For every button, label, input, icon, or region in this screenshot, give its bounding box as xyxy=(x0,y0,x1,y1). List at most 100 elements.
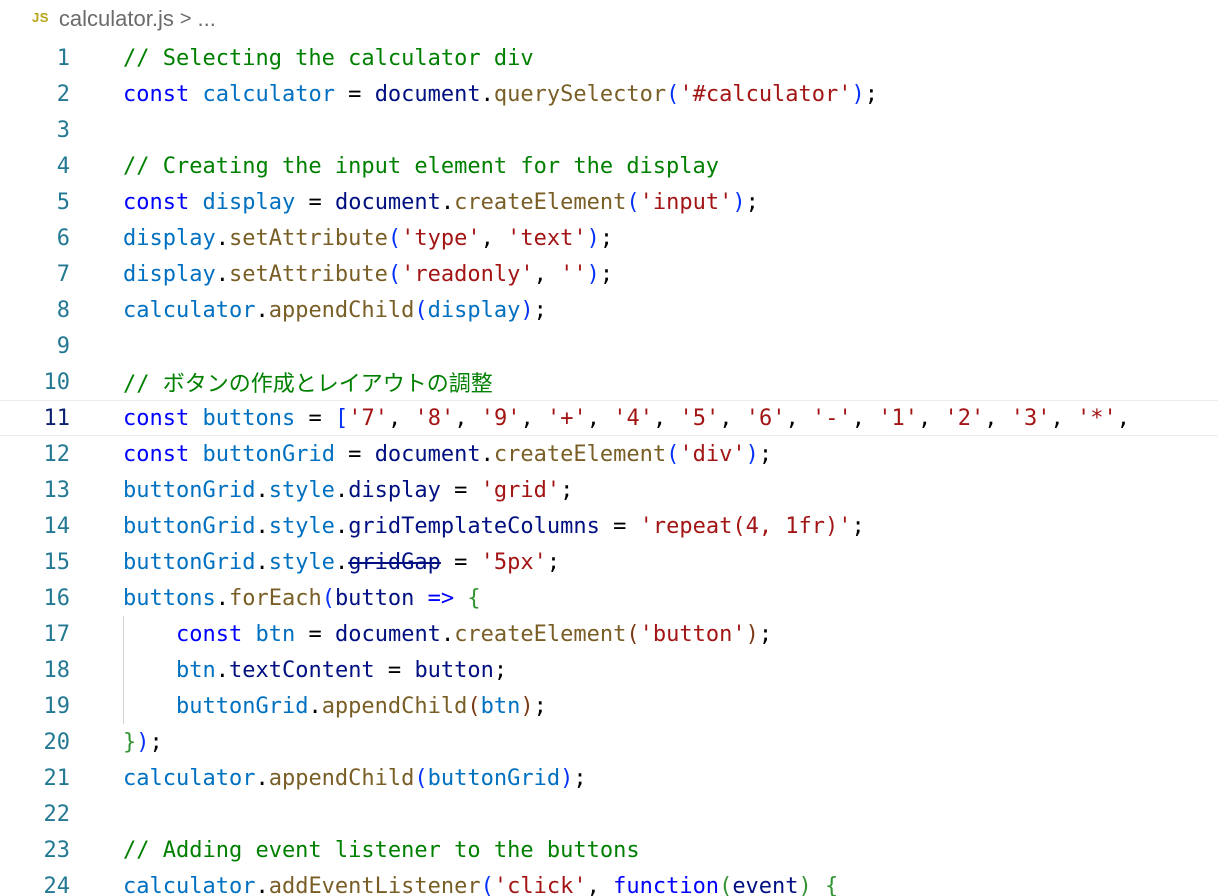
line-number: 1 xyxy=(56,45,70,71)
line-source: const buttonGrid = document.createElemen… xyxy=(123,442,772,467)
line-number: 18 xyxy=(43,657,71,683)
code-line[interactable]: 9 xyxy=(0,328,1218,364)
code-token: '7' xyxy=(348,405,388,431)
code-line[interactable]: 13 buttonGrid.style.display = 'grid'; xyxy=(0,472,1218,508)
code-line[interactable]: 19 buttonGrid.appendChild(btn); xyxy=(0,688,1218,724)
line-number: 24 xyxy=(43,873,71,896)
code-token: textContent xyxy=(228,657,375,683)
code-area[interactable]: 1 // Selecting the calculator div 2 const c… xyxy=(0,40,1218,896)
code-line[interactable]: 10 // ボタンの作成とレイアウトの調整 xyxy=(0,364,1218,400)
code-token: . xyxy=(440,621,455,647)
code-token: ; xyxy=(851,513,865,539)
code-token: = xyxy=(440,477,481,503)
code-token: '9' xyxy=(480,405,521,431)
code-line[interactable]: 24 calculator.addEventListener('click', f… xyxy=(0,868,1218,896)
code-token: '*' xyxy=(1076,405,1117,431)
code-token: display xyxy=(202,189,296,215)
code-token: 'grid' xyxy=(480,477,561,503)
code-token: ) xyxy=(136,729,150,755)
code-token: buttonGrid xyxy=(427,765,561,791)
code-line[interactable]: 18 btn.textContent = button; xyxy=(0,652,1218,688)
code-token: ( xyxy=(480,873,494,896)
line-number: 23 xyxy=(43,837,71,863)
code-token: ; xyxy=(758,621,773,647)
line-source: // Creating the input element for the di… xyxy=(123,154,719,179)
code-token: buttonGrid xyxy=(202,441,335,467)
code-line[interactable]: 12 const buttonGrid = document.createElem… xyxy=(0,436,1218,472)
line-number: 11 xyxy=(43,405,71,431)
code-line[interactable]: 11 const buttons = ['7', '8', '9', '+', '… xyxy=(0,400,1218,436)
code-line[interactable]: 23 // Adding event listener to the button… xyxy=(0,832,1218,868)
line-source: const display = document.createElement('… xyxy=(123,190,759,215)
code-line[interactable]: 1 // Selecting the calculator div xyxy=(0,40,1218,76)
code-token: ; xyxy=(546,549,561,575)
code-token: ) xyxy=(851,81,865,107)
code-token: = xyxy=(295,405,335,431)
code-token: ) xyxy=(586,225,600,251)
code-token: createElement xyxy=(454,189,627,215)
code-token: '+' xyxy=(546,405,587,431)
code-token: . xyxy=(255,513,269,539)
code-line[interactable]: 2 const calculator = document.querySelect… xyxy=(0,76,1218,112)
code-token: ( xyxy=(414,765,428,791)
code-token: ; xyxy=(599,261,614,287)
code-line[interactable]: 20}); xyxy=(0,724,1218,760)
code-token: const xyxy=(123,189,190,215)
code-line[interactable]: 14 buttonGrid.style.gridTemplateColumns =… xyxy=(0,508,1218,544)
code-token: btn xyxy=(175,657,216,683)
code-token: display xyxy=(123,225,216,251)
code-token: querySelector xyxy=(493,81,667,107)
code-token: . xyxy=(255,549,269,575)
code-line[interactable]: 8 calculator.appendChild(display); xyxy=(0,292,1218,328)
code-token: ; xyxy=(599,225,614,251)
code-editor[interactable]: JS calculator.js > ... 1 // Selecting the… xyxy=(0,0,1218,896)
code-line[interactable]: 3 xyxy=(0,112,1218,148)
code-line[interactable]: 15 buttonGrid.style.gridGap = '5px'; xyxy=(0,544,1218,580)
code-line[interactable]: 16 buttons.forEach(button => { xyxy=(0,580,1218,616)
code-token: ( xyxy=(387,261,402,287)
code-line[interactable]: 6 display.setAttribute('type', 'text'); xyxy=(0,220,1218,256)
code-token: '3' xyxy=(1010,405,1051,431)
code-token: appendChild xyxy=(321,693,468,719)
code-token: buttons xyxy=(202,405,296,431)
code-token: btn xyxy=(480,693,521,719)
code-token: display xyxy=(123,261,216,287)
code-line[interactable]: 17 const btn = document.createElement('b… xyxy=(0,616,1218,652)
code-token: . xyxy=(215,585,229,611)
breadcrumb-file-name[interactable]: calculator.js xyxy=(59,6,174,32)
code-token: , xyxy=(785,405,812,431)
code-line[interactable]: 22 xyxy=(0,796,1218,832)
code-token: 'button' xyxy=(639,621,746,647)
code-token: 'repeat(4, 1fr)' xyxy=(639,513,852,539)
code-token: ) xyxy=(586,261,600,287)
code-token: = xyxy=(295,189,335,215)
line-number: 2 xyxy=(56,81,70,107)
code-token: calculator xyxy=(123,873,256,896)
breadcrumb-symbol-trail[interactable]: ... xyxy=(198,6,216,32)
code-line[interactable]: 4 // Creating the input element for the d… xyxy=(0,148,1218,184)
code-token: const xyxy=(123,81,190,107)
line-number: 8 xyxy=(56,297,70,323)
line-number: 7 xyxy=(56,261,70,287)
code-token: function xyxy=(613,873,720,896)
line-number: 16 xyxy=(43,585,71,611)
code-token: , xyxy=(586,873,614,896)
code-token: . xyxy=(480,81,494,107)
code-token: , xyxy=(1116,405,1130,431)
code-token: . xyxy=(255,477,269,503)
code-token: => xyxy=(427,585,455,611)
line-number: 6 xyxy=(56,225,70,251)
code-line[interactable]: 5 const display = document.createElement(… xyxy=(0,184,1218,220)
code-token: 'text' xyxy=(507,225,587,251)
code-line[interactable]: 7 display.setAttribute('readonly', ''); xyxy=(0,256,1218,292)
code-token: ; xyxy=(149,729,163,755)
code-token: ; xyxy=(493,657,508,683)
code-token: 'div' xyxy=(679,441,746,467)
line-source: buttons.forEach(button => { xyxy=(123,586,481,611)
code-token: ) xyxy=(745,441,759,467)
code-token: = xyxy=(334,441,375,467)
code-token: // ボタンの作成とレイアウトの調整 xyxy=(123,372,493,397)
code-line[interactable]: 21 calculator.appendChild(buttonGrid); xyxy=(0,760,1218,796)
